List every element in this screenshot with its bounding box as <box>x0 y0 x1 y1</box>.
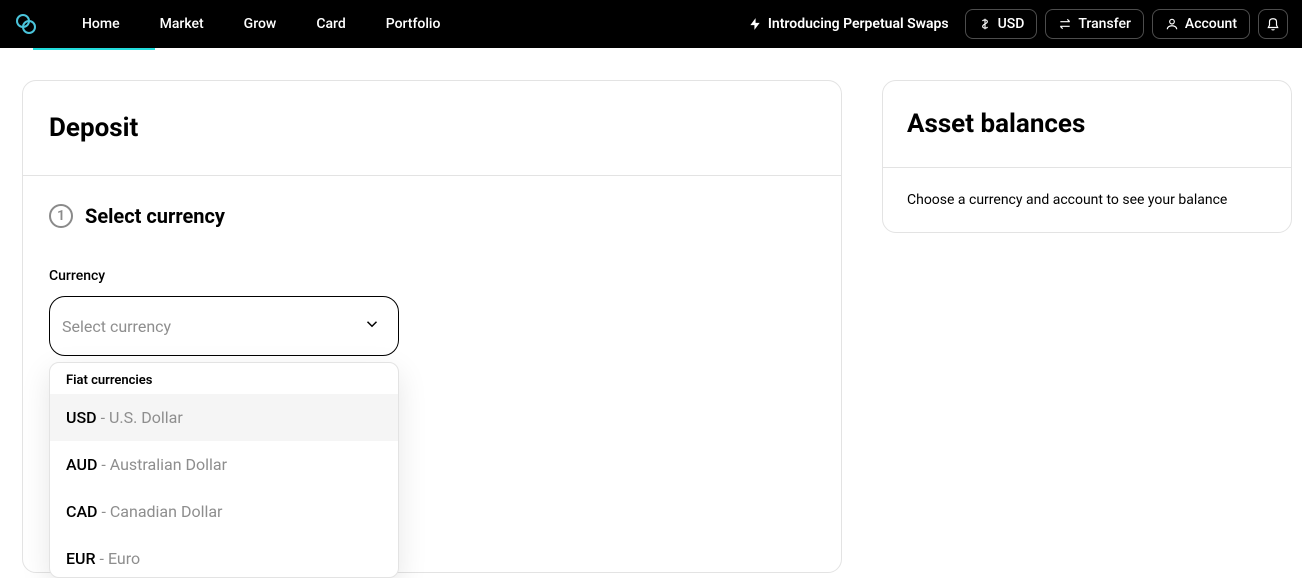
dropdown-item-code: AUD <box>66 455 97 474</box>
bell-icon <box>1266 17 1280 31</box>
dropdown-item-name: U.S. Dollar <box>109 408 183 427</box>
dropdown-item-code: EUR <box>66 549 96 568</box>
asset-balances-title: Asset balances <box>907 109 1267 139</box>
asset-balances-card: Asset balances Choose a currency and acc… <box>882 80 1292 233</box>
dropdown-item-sep: - <box>101 408 109 427</box>
step-header: 1 Select currency <box>49 204 815 228</box>
user-icon <box>1165 17 1179 31</box>
currency-select-placeholder: Select currency <box>62 317 171 336</box>
brand-logo-icon[interactable] <box>14 12 38 36</box>
dropdown-item-cad[interactable]: CAD - Canadian Dollar <box>50 488 398 535</box>
dropdown-item-usd[interactable]: USD - U.S. Dollar <box>50 394 398 441</box>
nav-portfolio[interactable]: Portfolio <box>366 0 461 48</box>
step-number: 1 <box>57 208 65 224</box>
dropdown-item-sep: - <box>101 455 109 474</box>
header: Home Market Grow Card Portfolio Introduc… <box>0 0 1302 48</box>
dropdown-group-label: Fiat currencies <box>50 363 398 394</box>
dropdown-item-name: Canadian Dollar <box>110 502 223 521</box>
transfer-icon <box>1058 17 1072 31</box>
promo-text: Introducing Perpetual Swaps <box>768 16 949 32</box>
currency-button[interactable]: USD <box>965 9 1038 39</box>
dropdown-item-eur[interactable]: EUR - Euro <box>50 535 398 577</box>
nav-home[interactable]: Home <box>62 0 140 48</box>
dropdown-item-sep: - <box>100 549 108 568</box>
currency-field-label: Currency <box>49 268 815 284</box>
deposit-card: Deposit 1 Select currency Currency Selec… <box>22 80 842 573</box>
dropdown-item-code: USD <box>66 408 97 427</box>
dropdown-item-name: Australian Dollar <box>110 455 227 474</box>
deposit-title: Deposit <box>49 113 815 143</box>
account-button[interactable]: Account <box>1152 9 1250 39</box>
dollar-icon <box>978 17 992 31</box>
currency-button-label: USD <box>998 16 1025 32</box>
account-button-label: Account <box>1185 16 1237 32</box>
step-number-icon: 1 <box>49 204 73 228</box>
dropdown-item-sep: - <box>101 502 109 521</box>
nav-market[interactable]: Market <box>140 0 224 48</box>
main-content: Deposit 1 Select currency Currency Selec… <box>0 48 1302 573</box>
currency-dropdown: Fiat currencies USD - U.S. Dollar AUD - … <box>49 362 399 578</box>
deposit-card-body: 1 Select currency Currency Select curren… <box>23 176 841 384</box>
asset-balances-body: Choose a currency and account to see you… <box>883 168 1291 232</box>
currency-dropdown-list[interactable]: Fiat currencies USD - U.S. Dollar AUD - … <box>50 363 398 577</box>
nav-card[interactable]: Card <box>296 0 365 48</box>
asset-balances-header: Asset balances <box>883 81 1291 167</box>
currency-select-wrap: Select currency Fiat currencies USD - U.… <box>49 296 399 356</box>
lightning-icon <box>748 17 762 31</box>
dropdown-item-aud[interactable]: AUD - Australian Dollar <box>50 441 398 488</box>
nav-grow[interactable]: Grow <box>224 0 297 48</box>
transfer-button[interactable]: Transfer <box>1045 9 1144 39</box>
dropdown-item-code: CAD <box>66 502 98 521</box>
transfer-button-label: Transfer <box>1078 16 1131 32</box>
currency-select[interactable]: Select currency <box>49 296 399 356</box>
active-tab-underline <box>33 48 155 50</box>
notifications-button[interactable] <box>1258 9 1288 39</box>
asset-balances-empty-text: Choose a currency and account to see you… <box>907 192 1267 208</box>
step-title: Select currency <box>85 204 225 228</box>
header-right: Introducing Perpetual Swaps USD Transfer… <box>748 9 1288 39</box>
main-nav: Home Market Grow Card Portfolio <box>62 0 460 48</box>
deposit-card-header: Deposit <box>23 81 841 175</box>
header-left: Home Market Grow Card Portfolio <box>14 0 460 48</box>
dropdown-item-name: Euro <box>108 549 140 568</box>
promo-link[interactable]: Introducing Perpetual Swaps <box>748 16 949 32</box>
